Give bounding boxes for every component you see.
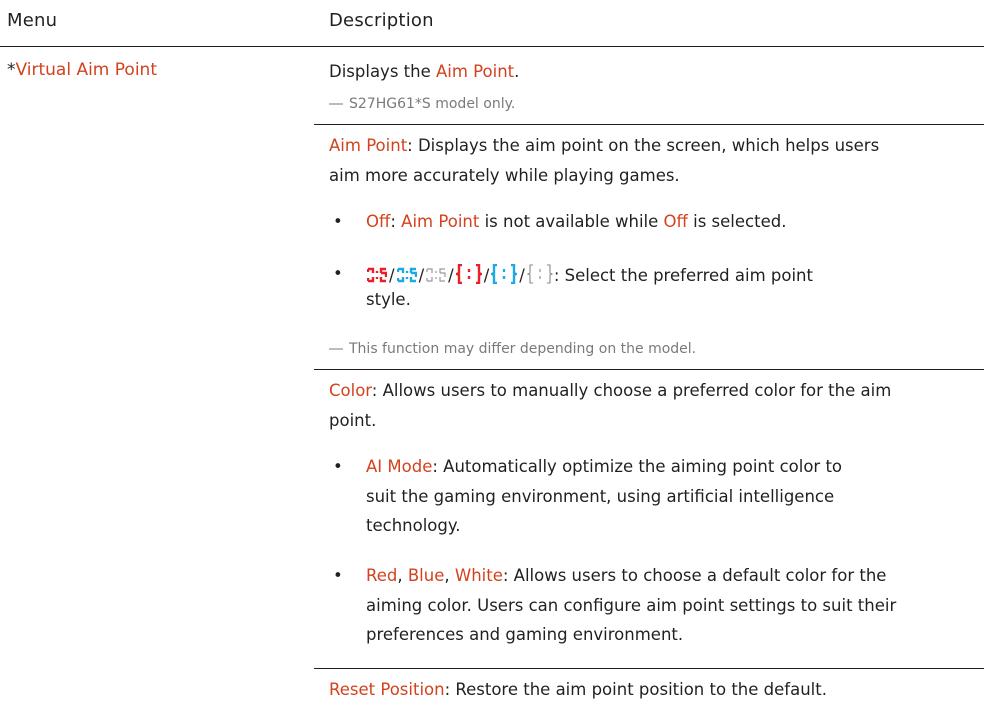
bullet-icon: •	[333, 457, 343, 476]
section-rule-2	[314, 369, 984, 370]
note-mark-icon: ―	[329, 341, 343, 357]
menu-item-virtual-aim-point: *Virtual Aim Point	[7, 60, 157, 80]
reset-position-text: : Restore the aim point position to the …	[444, 680, 827, 699]
menu-item-label: Virtual Aim Point	[15, 60, 157, 80]
note-mark-icon: ―	[329, 96, 343, 112]
color-line1: : Allows users to manually choose a pref…	[371, 381, 892, 400]
header-rule	[0, 46, 984, 47]
aim-point-description: Aim Point: Displays the aim point on the…	[329, 131, 974, 191]
comma: ,	[397, 566, 408, 585]
separator: /	[389, 266, 395, 285]
separator: /	[418, 266, 425, 285]
rbw-line1: : Allows users to choose a default color…	[502, 566, 887, 585]
column-header-description: Description	[329, 10, 434, 31]
bullet-off: • Off: Aim Point is not available while …	[329, 207, 974, 236]
off-term-2: Off	[663, 212, 688, 231]
separator: /	[483, 266, 490, 285]
blue-term: Blue	[407, 566, 445, 585]
bullet-styles: • / / / / /: Select the preferred aim p…	[329, 260, 974, 312]
off-term: Off	[366, 212, 391, 231]
reset-position-description: Reset Position: Restore the aim point po…	[329, 675, 974, 705]
aim-point-term: Aim Point	[329, 136, 408, 155]
aim-style-1-red-icon	[367, 267, 387, 283]
column-header-menu: Menu	[7, 10, 58, 31]
ai-mode-term: AI Mode	[366, 457, 433, 476]
aim-point-line1: : Displays the aim point on the screen, …	[407, 136, 880, 155]
separator: /	[519, 266, 525, 285]
spec-table: Menu Description *Virtual Aim Point Disp…	[0, 0, 984, 710]
aim-style-1-white-icon	[426, 268, 446, 282]
section-rule-3	[314, 668, 984, 669]
differ-note: ― This function may differ depending on t…	[329, 341, 696, 357]
color-term: Color	[329, 381, 372, 400]
required-asterisk: *	[7, 60, 16, 80]
model-note-text: S27HG61*S model only.	[349, 96, 516, 112]
aim-point-line2: aim more accurately while playing games.	[329, 166, 680, 185]
off-post: is selected.	[687, 212, 787, 231]
off-mid: is not available while	[479, 212, 664, 231]
ai-line2: suit the gaming environment, using artif…	[366, 486, 835, 506]
bullet-red-blue-white: • Red, Blue, White: Allows users to choo…	[329, 561, 974, 650]
intro-pre: Displays the	[329, 62, 436, 81]
color-line2: point.	[329, 411, 377, 430]
section-rule-1	[314, 124, 984, 125]
intro-post: .	[514, 62, 520, 81]
white-term: White	[454, 566, 503, 585]
bullet-icon: •	[333, 566, 343, 585]
aim-style-2-white-icon	[526, 264, 553, 284]
off-sep: :	[390, 212, 402, 231]
bullet-icon: •	[333, 212, 343, 231]
intro-term: Aim Point	[435, 62, 515, 81]
bullet-ai-mode: • AI Mode: Automatically optimize the ai…	[329, 452, 974, 541]
ai-line1: : Automatically optimize the aiming poin…	[432, 457, 843, 476]
rbw-line2: aiming color. Users can configure aim po…	[366, 595, 897, 615]
aim-style-2-red-icon	[455, 264, 482, 284]
intro-text: Displays the Aim Point.	[329, 57, 974, 87]
rbw-line3: preferences and gaming environment.	[366, 625, 684, 644]
red-term: Red	[366, 566, 398, 585]
ai-line3: technology.	[366, 516, 461, 535]
separator: /	[448, 266, 454, 285]
model-note: ― S27HG61*S model only.	[329, 96, 515, 112]
styles-text-line2: style.	[366, 290, 411, 309]
color-description: Color: Allows users to manually choose a…	[329, 376, 974, 436]
aim-style-1-blue-icon	[396, 267, 417, 283]
comma: ,	[444, 566, 455, 585]
aim-style-2-blue-icon	[491, 264, 518, 284]
off-aim-point-term: Aim Point	[401, 212, 480, 231]
styles-text-line1: : Select the preferred aim point	[553, 266, 813, 285]
reset-position-term: Reset Position	[329, 680, 445, 699]
bullet-icon: •	[333, 264, 343, 283]
differ-note-text: This function may differ depending on th…	[349, 341, 697, 357]
